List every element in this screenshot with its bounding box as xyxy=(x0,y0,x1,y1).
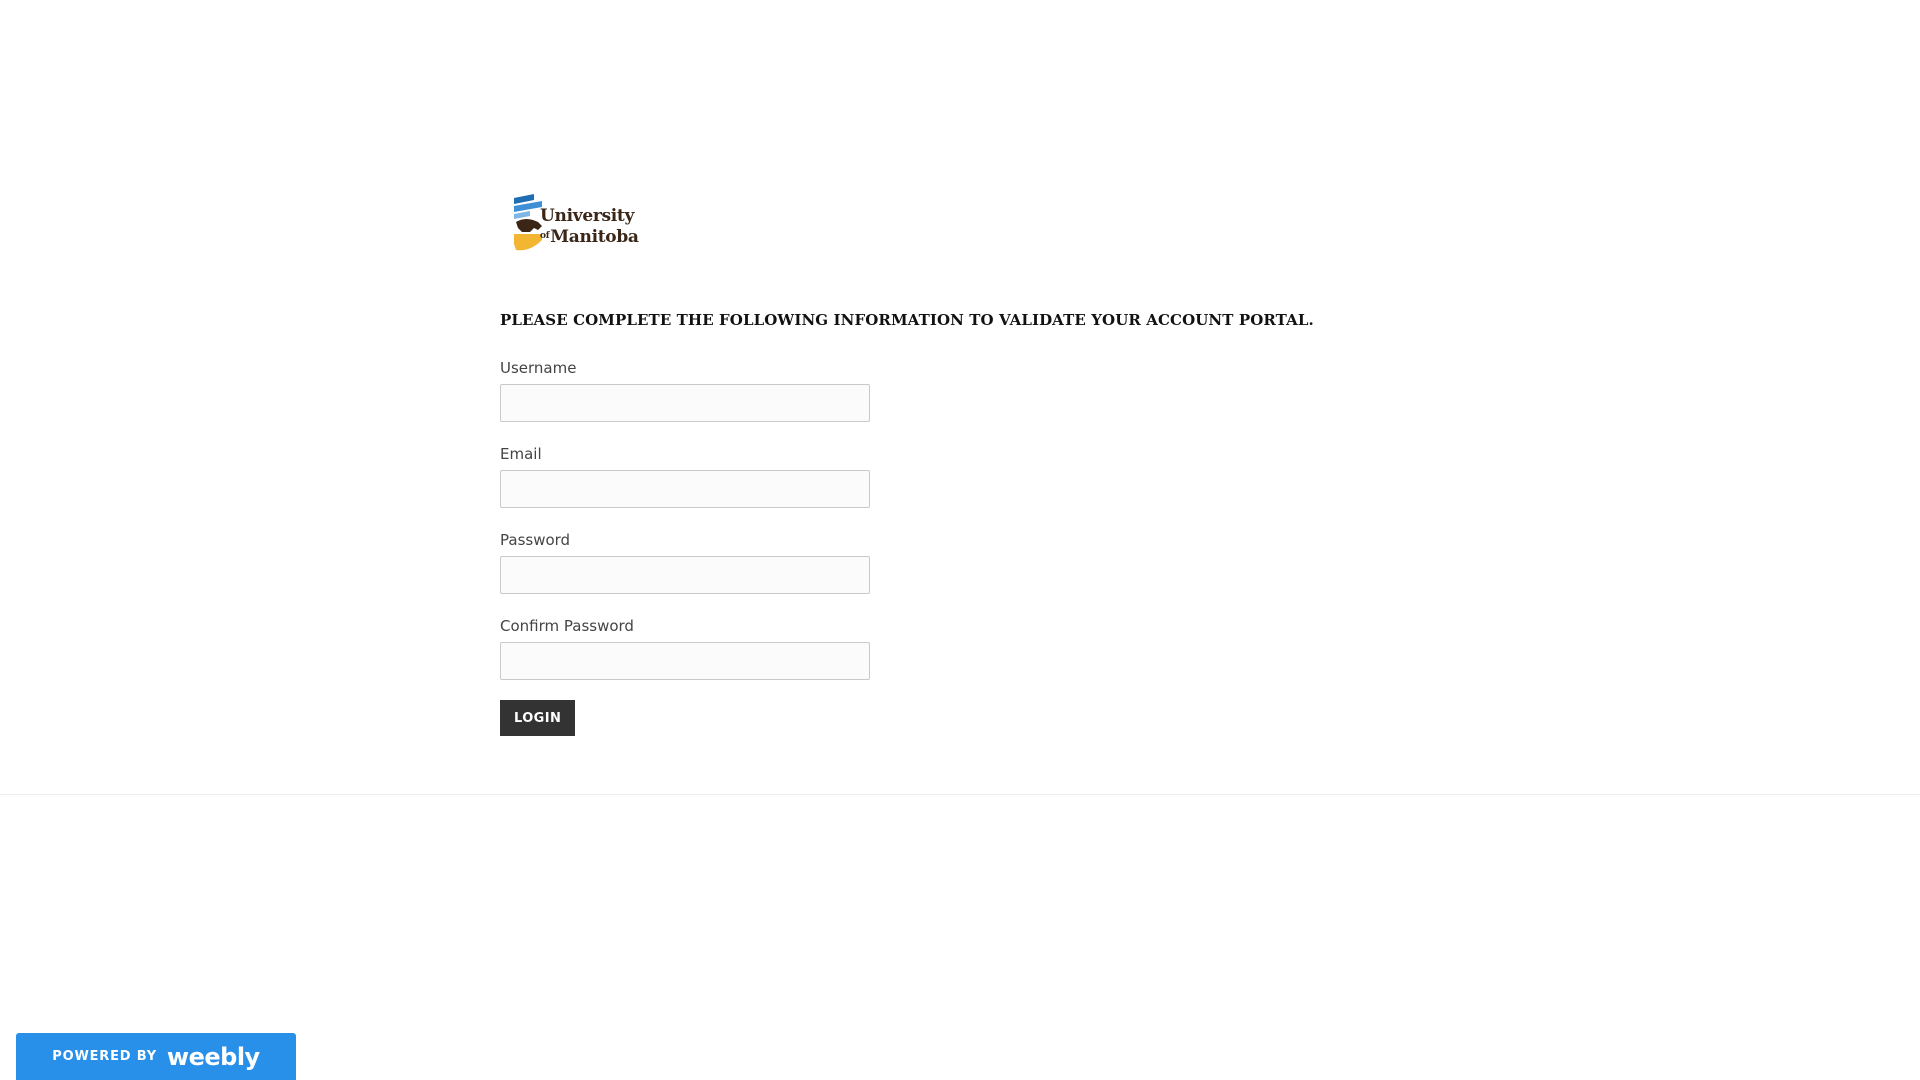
logo-line-manitoba: ofManitoba xyxy=(540,226,639,247)
powered-by-weebly-badge[interactable]: POWERED BY weebly xyxy=(16,1033,296,1080)
footer-divider xyxy=(0,794,1920,795)
logo-line-university: University xyxy=(540,206,635,226)
form-heading: PLEASE COMPLETE THE FOLLOWING INFORMATIO… xyxy=(500,311,1314,329)
page-content: University ofManitoba PLEASE COMPLETE TH… xyxy=(500,186,1420,736)
badge-powered-by-text: POWERED BY xyxy=(52,1049,157,1064)
password-input[interactable] xyxy=(500,556,870,594)
confirm-password-input[interactable] xyxy=(500,642,870,680)
password-label: Password xyxy=(500,531,571,549)
weebly-logo: weebly xyxy=(166,1042,260,1071)
confirm-password-label: Confirm Password xyxy=(500,617,634,635)
logo-wordmark: University ofManitoba xyxy=(540,206,639,247)
login-button[interactable]: LOGIN xyxy=(500,700,576,736)
username-input[interactable] xyxy=(500,384,870,422)
email-label: Email xyxy=(500,445,542,463)
email-input[interactable] xyxy=(500,470,870,508)
username-label: Username xyxy=(500,359,577,377)
university-logo[interactable]: University ofManitoba xyxy=(500,186,639,270)
logo-manitoba: Manitoba xyxy=(550,227,639,247)
logo-of: of xyxy=(540,231,550,241)
